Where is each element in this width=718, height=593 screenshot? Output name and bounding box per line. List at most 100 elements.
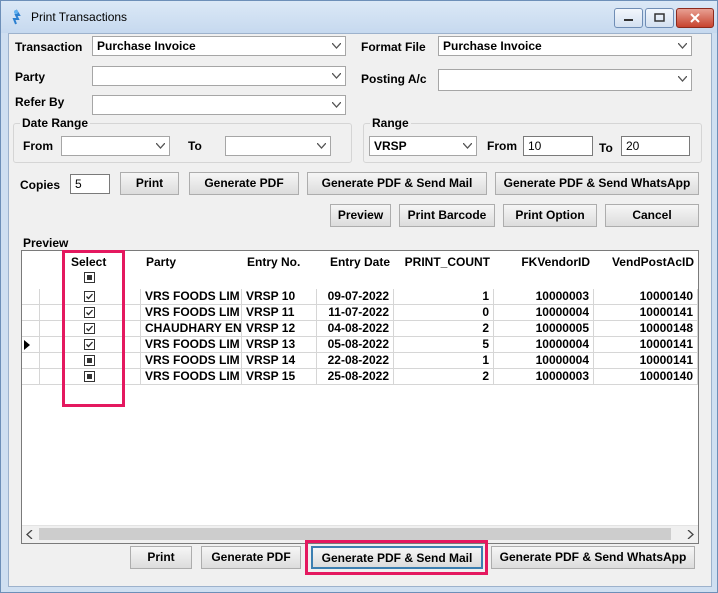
transaction-value: Purchase Invoice bbox=[97, 39, 196, 53]
cell-vendor-id[interactable]: 10000005 bbox=[494, 321, 594, 337]
generate-pdf-send-whatsapp-button[interactable]: Generate PDF & Send WhatsApp bbox=[495, 172, 699, 195]
cell-entry-no[interactable]: VRSP 12 bbox=[242, 321, 317, 337]
cell-party[interactable]: VRS FOODS LIM bbox=[141, 337, 242, 353]
cell-vendor-id[interactable]: 10000003 bbox=[494, 289, 594, 305]
scroll-left-icon[interactable] bbox=[26, 530, 34, 539]
bottom-generate-pdf-button[interactable]: Generate PDF bbox=[201, 546, 301, 569]
date-range-group: Date Range From To bbox=[13, 116, 352, 163]
column-header-print-count[interactable]: PRINT_COUNT bbox=[394, 251, 495, 287]
minimize-button[interactable] bbox=[614, 8, 643, 28]
row-header-cell[interactable] bbox=[22, 321, 40, 337]
cell-post-ac-id[interactable]: 10000141 bbox=[594, 353, 698, 369]
cell-print-count[interactable]: 0 bbox=[394, 305, 494, 321]
scroll-right-icon[interactable] bbox=[686, 530, 694, 539]
range-series-combo[interactable]: VRSP bbox=[369, 136, 477, 156]
cell-vendor-id[interactable]: 10000003 bbox=[494, 369, 594, 385]
cell-post-ac-id[interactable]: 10000141 bbox=[594, 305, 698, 321]
posting-combo[interactable] bbox=[438, 69, 692, 91]
chevron-down-icon[interactable] bbox=[313, 137, 330, 155]
date-range-title: Date Range bbox=[20, 116, 91, 130]
cell-entry-date[interactable]: 22-08-2022 bbox=[317, 353, 394, 369]
cell-entry-date[interactable]: 04-08-2022 bbox=[317, 321, 394, 337]
column-header-entry-date[interactable]: Entry Date bbox=[317, 251, 395, 287]
cell-entry-date[interactable]: 05-08-2022 bbox=[317, 337, 394, 353]
minimize-icon bbox=[624, 19, 633, 21]
maximize-button[interactable] bbox=[645, 8, 674, 28]
scrollbar-thumb[interactable] bbox=[39, 528, 671, 540]
cell-post-ac-id[interactable]: 10000148 bbox=[594, 321, 698, 337]
generate-pdf-send-mail-button[interactable]: Generate PDF & Send Mail bbox=[307, 172, 487, 195]
column-header-party[interactable]: Party bbox=[141, 251, 243, 287]
row-header-cell[interactable] bbox=[22, 369, 40, 385]
fkvendorid-header-text: FKVendorID bbox=[521, 255, 590, 269]
range-title: Range bbox=[370, 116, 411, 130]
column-header-vendpostacid[interactable]: VendPostAcID bbox=[594, 251, 698, 287]
cell-entry-date[interactable]: 25-08-2022 bbox=[317, 369, 394, 385]
transaction-label: Transaction bbox=[15, 40, 83, 54]
range-from-label: From bbox=[487, 139, 517, 153]
print-option-button[interactable]: Print Option bbox=[503, 204, 597, 227]
cell-party[interactable]: VRS FOODS LIM bbox=[141, 353, 242, 369]
cell-print-count[interactable]: 1 bbox=[394, 289, 494, 305]
range-from-input[interactable]: 10 bbox=[523, 136, 593, 156]
cell-print-count[interactable]: 2 bbox=[394, 321, 494, 337]
close-button[interactable] bbox=[676, 8, 714, 28]
row-header-column bbox=[22, 251, 41, 287]
refer-by-combo[interactable] bbox=[92, 95, 346, 115]
chevron-down-icon[interactable] bbox=[328, 37, 345, 55]
cell-entry-date[interactable]: 09-07-2022 bbox=[317, 289, 394, 305]
row-header-cell[interactable] bbox=[22, 353, 40, 369]
entry-date-header-text: Entry Date bbox=[329, 255, 390, 269]
cancel-button[interactable]: Cancel bbox=[605, 204, 699, 227]
cell-entry-no[interactable]: VRSP 10 bbox=[242, 289, 317, 305]
range-group: Range VRSP From 10 To 20 bbox=[363, 116, 702, 163]
close-icon bbox=[690, 13, 700, 23]
date-to-label: To bbox=[188, 139, 202, 153]
cell-entry-no[interactable]: VRSP 15 bbox=[242, 369, 317, 385]
chevron-down-icon[interactable] bbox=[674, 70, 691, 88]
cell-entry-no[interactable]: VRSP 14 bbox=[242, 353, 317, 369]
format-file-combo[interactable]: Purchase Invoice bbox=[438, 36, 692, 56]
chevron-down-icon[interactable] bbox=[328, 67, 345, 85]
cell-vendor-id[interactable]: 10000004 bbox=[494, 337, 594, 353]
copies-input[interactable]: 5 bbox=[70, 174, 110, 194]
cell-vendor-id[interactable]: 10000004 bbox=[494, 305, 594, 321]
cell-print-count[interactable]: 5 bbox=[394, 337, 494, 353]
cell-vendor-id[interactable]: 10000004 bbox=[494, 353, 594, 369]
cell-post-ac-id[interactable]: 10000140 bbox=[594, 369, 698, 385]
cell-entry-date[interactable]: 11-07-2022 bbox=[317, 305, 394, 321]
cell-party[interactable]: CHAUDHARY EN bbox=[141, 321, 242, 337]
row-header-cell[interactable] bbox=[22, 289, 40, 305]
cell-party[interactable]: VRS FOODS LIM bbox=[141, 369, 242, 385]
vendpostacid-header-text: VendPostAcID bbox=[611, 255, 694, 269]
generate-pdf-button[interactable]: Generate PDF bbox=[189, 172, 299, 195]
print-barcode-button[interactable]: Print Barcode bbox=[399, 204, 495, 227]
range-to-input[interactable]: 20 bbox=[621, 136, 690, 156]
party-combo[interactable] bbox=[92, 66, 346, 86]
bottom-print-button[interactable]: Print bbox=[130, 546, 192, 569]
date-from-picker[interactable] bbox=[61, 136, 170, 156]
transaction-combo[interactable]: Purchase Invoice bbox=[92, 36, 346, 56]
cell-entry-no[interactable]: VRSP 13 bbox=[242, 337, 317, 353]
cell-post-ac-id[interactable]: 10000141 bbox=[594, 337, 698, 353]
cell-print-count[interactable]: 1 bbox=[394, 353, 494, 369]
cell-party[interactable]: VRS FOODS LIM bbox=[141, 289, 242, 305]
cell-print-count[interactable]: 2 bbox=[394, 369, 494, 385]
chevron-down-icon[interactable] bbox=[459, 137, 476, 155]
cell-party[interactable]: VRS FOODS LIM bbox=[141, 305, 242, 321]
bottom-generate-pdf-send-whatsapp-button[interactable]: Generate PDF & Send WhatsApp bbox=[491, 546, 695, 569]
preview-title: Preview bbox=[23, 236, 69, 250]
column-header-entry-no[interactable]: Entry No. bbox=[242, 251, 318, 287]
title-bar: Print Transactions bbox=[1, 1, 717, 33]
row-header-cell[interactable] bbox=[22, 305, 40, 321]
chevron-down-icon[interactable] bbox=[674, 37, 691, 55]
cell-post-ac-id[interactable]: 10000140 bbox=[594, 289, 698, 305]
chevron-down-icon[interactable] bbox=[328, 96, 345, 114]
print-button[interactable]: Print bbox=[120, 172, 179, 195]
preview-button[interactable]: Preview bbox=[330, 204, 391, 227]
row-header-cell[interactable] bbox=[22, 337, 40, 353]
date-to-picker[interactable] bbox=[225, 136, 331, 156]
chevron-down-icon[interactable] bbox=[152, 137, 169, 155]
column-header-fkvendorid[interactable]: FKVendorID bbox=[494, 251, 595, 287]
cell-entry-no[interactable]: VRSP 11 bbox=[242, 305, 317, 321]
